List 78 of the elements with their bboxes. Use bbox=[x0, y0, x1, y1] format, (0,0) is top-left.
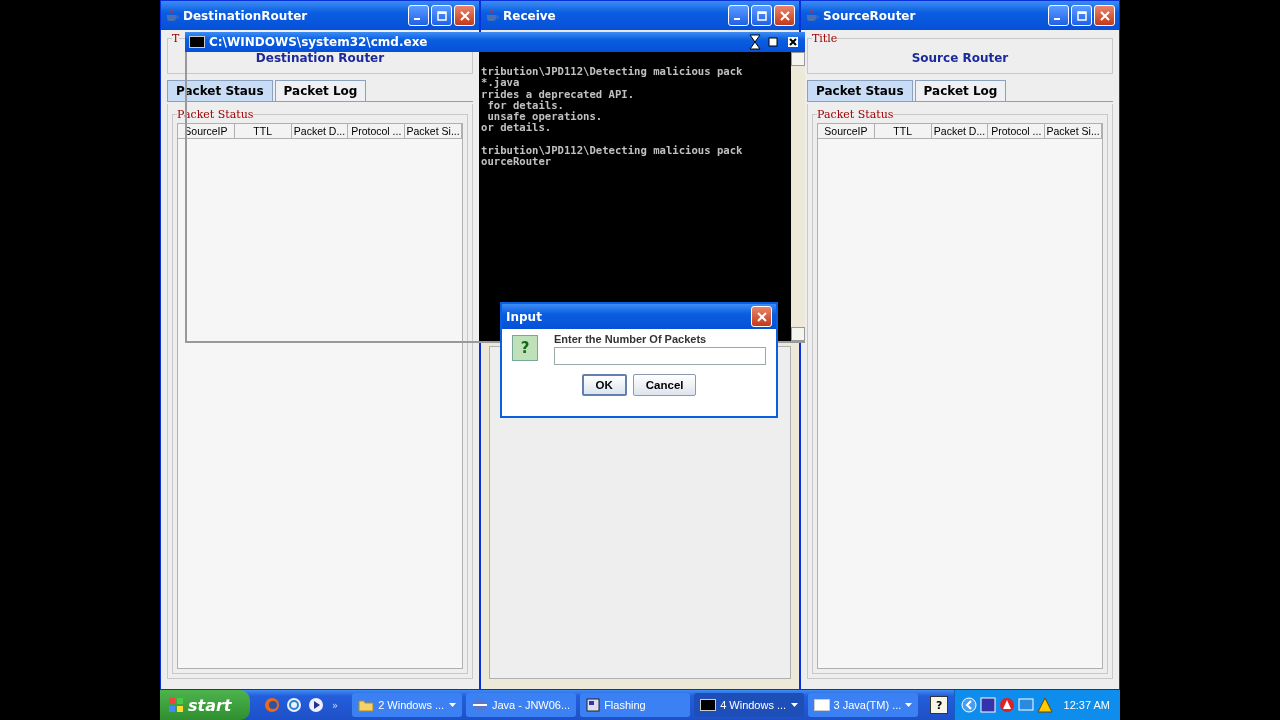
window-icon bbox=[814, 699, 830, 711]
coffee-cup-icon bbox=[805, 8, 819, 23]
taskbar-button[interactable]: 4 Windows ... bbox=[694, 693, 805, 717]
coffee-cup-icon bbox=[485, 8, 499, 23]
maximize-icon bbox=[768, 37, 778, 47]
console-line: unsafe operations. bbox=[486, 111, 604, 123]
close-icon bbox=[459, 10, 470, 21]
coffee-cup-icon bbox=[165, 8, 179, 23]
console-icon bbox=[189, 36, 205, 48]
column-header[interactable]: Protocol ... bbox=[348, 124, 406, 138]
group-legend: T bbox=[172, 32, 180, 45]
window-title: DestinationRouter bbox=[183, 8, 309, 23]
app-window-icon bbox=[586, 698, 601, 712]
app-window-icon[interactable] bbox=[979, 697, 996, 713]
shield-icon[interactable] bbox=[998, 697, 1015, 713]
dialog-title: Input bbox=[506, 309, 543, 324]
column-header[interactable]: Packet Si... bbox=[1045, 124, 1102, 138]
console-line: *.java bbox=[481, 77, 520, 89]
question-icon: ? bbox=[512, 335, 538, 361]
close-icon bbox=[788, 37, 798, 47]
router-heading: Destination Router bbox=[254, 50, 386, 67]
taskbar-button[interactable]: Flashing bbox=[580, 693, 691, 717]
taskbar-button[interactable]: 3 Java(TM) ... bbox=[808, 693, 919, 717]
tab[interactable]: Packet Log bbox=[274, 80, 367, 101]
prompt-text: Enter the Number Of Packets bbox=[554, 333, 708, 345]
window-title: SourceRouter bbox=[823, 8, 917, 23]
console-line: ourceRouter bbox=[481, 156, 552, 168]
router-heading: Source Router bbox=[910, 50, 1010, 67]
close-icon bbox=[1099, 10, 1110, 21]
column-header[interactable]: Packet D... bbox=[291, 124, 349, 138]
dialog-button[interactable]: OK bbox=[581, 374, 627, 396]
tab[interactable]: Packet Staus bbox=[807, 80, 913, 101]
column-header[interactable]: Packet Si... bbox=[405, 124, 462, 138]
window-title: Receive bbox=[503, 8, 557, 23]
minimize-button[interactable] bbox=[728, 5, 749, 26]
scrollbar[interactable] bbox=[791, 52, 805, 343]
column-header[interactable]: Protocol ... bbox=[988, 124, 1046, 138]
minimize-button[interactable] bbox=[408, 5, 429, 26]
taskbar-button[interactable]: Java - JNW06... bbox=[466, 693, 577, 717]
folder-icon bbox=[358, 698, 375, 712]
minimize-icon bbox=[414, 17, 420, 20]
input-field[interactable] bbox=[554, 347, 766, 365]
warning-icon[interactable] bbox=[1036, 697, 1053, 713]
close-button[interactable] bbox=[785, 34, 801, 50]
tab[interactable]: Packet Log bbox=[914, 80, 1007, 101]
console-line: or details. bbox=[481, 122, 552, 134]
maximize-icon bbox=[436, 10, 447, 21]
more-toggle[interactable]: » bbox=[332, 699, 339, 711]
console-line: tribution\JPD112\Detecting malicious pack bbox=[481, 66, 744, 77]
windows-flag-icon bbox=[168, 697, 184, 713]
column-header[interactable]: TTL bbox=[874, 124, 932, 138]
maximize-icon bbox=[1076, 10, 1087, 21]
browser-icon[interactable] bbox=[286, 697, 302, 713]
taskbar-button[interactable]: 2 Windows ... bbox=[352, 693, 463, 717]
minimize-button[interactable] bbox=[1048, 5, 1069, 26]
clock: 12:37 AM bbox=[1063, 699, 1110, 711]
close-icon bbox=[779, 10, 790, 21]
console-line: tribution\JPD112\Detecting malicious pack bbox=[481, 145, 744, 157]
tab[interactable]: Packet Staus bbox=[167, 80, 273, 101]
media-player-icon[interactable] bbox=[308, 697, 324, 713]
column-header[interactable]: SourceIP bbox=[818, 124, 875, 138]
maximize-icon bbox=[756, 10, 767, 21]
console-line: rrides a deprecated API. bbox=[481, 88, 636, 100]
minimize-icon bbox=[1054, 17, 1060, 20]
help-icon[interactable]: ? bbox=[930, 696, 949, 714]
hourglass-icon bbox=[749, 34, 761, 50]
group-legend: Title bbox=[812, 32, 838, 45]
column-header[interactable]: Packet D... bbox=[931, 124, 989, 138]
maximize-button[interactable] bbox=[765, 34, 781, 50]
group-legend: Packet Status bbox=[817, 108, 894, 121]
console-line: for details. bbox=[486, 99, 564, 111]
console-title: C:\WINDOWS\system32\cmd.exe bbox=[209, 35, 429, 49]
dialog-button[interactable]: Cancel bbox=[632, 374, 697, 396]
close-icon bbox=[756, 311, 767, 322]
globe-icon bbox=[472, 698, 488, 712]
minimize-icon bbox=[734, 17, 740, 20]
console-icon bbox=[700, 699, 717, 711]
column-header[interactable]: TTL bbox=[234, 124, 292, 138]
